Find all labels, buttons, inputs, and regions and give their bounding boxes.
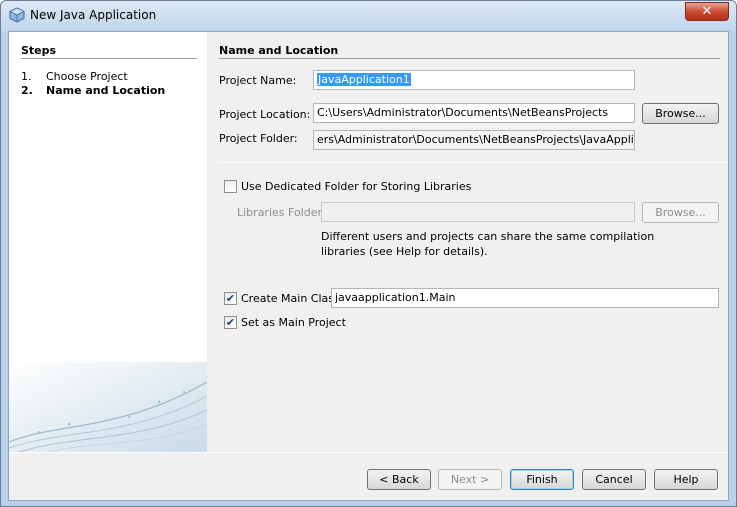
step-label: Name and Location [46, 84, 166, 97]
netbeans-cube-icon [9, 7, 25, 23]
section-title: Name and Location [219, 44, 339, 57]
libraries-help-text-line1: Different users and projects can share t… [321, 230, 655, 243]
finish-button[interactable]: Finish [510, 469, 574, 490]
form-divider [219, 162, 727, 163]
project-name-input[interactable]: JavaApplication1 [313, 70, 635, 90]
checkmark-icon: ✔ [225, 316, 236, 329]
browse-libraries-button[interactable]: Browse... [642, 202, 719, 223]
steps-divider [21, 58, 197, 59]
next-button[interactable]: Next > [438, 469, 502, 490]
project-location-value: C:\Users\Administrator\Documents\NetBean… [317, 106, 609, 119]
main-class-input[interactable]: javaapplication1.Main [331, 288, 719, 308]
title-bar[interactable]: New Java Application ✕ [1, 1, 736, 31]
set-main-project-checkbox[interactable]: ✔ [224, 316, 237, 329]
decorative-wave-image [9, 362, 207, 452]
step-number: 1. [21, 70, 32, 83]
project-name-value: JavaApplication1 [317, 73, 411, 86]
create-main-class-checkbox[interactable]: ✔ [224, 292, 237, 305]
step-number: 2. [21, 84, 33, 97]
step-name-and-location: 2. Name and Location [21, 84, 165, 97]
dedicated-folder-checkbox[interactable] [224, 180, 237, 193]
name-location-panel: Name and Location Project Name: JavaAppl… [207, 32, 728, 452]
project-folder-label: Project Folder: [219, 132, 298, 145]
step-label: Choose Project [46, 70, 128, 83]
browse-location-button[interactable]: Browse... [642, 103, 719, 124]
checkmark-icon: ✔ [225, 292, 236, 305]
cancel-button[interactable]: Cancel [582, 469, 646, 490]
wizard-window: New Java Application ✕ Steps 1. Choose P… [0, 0, 737, 507]
project-name-label: Project Name: [219, 74, 297, 87]
project-folder-field[interactable]: ers\Administrator\Documents\NetBeansProj… [313, 130, 635, 150]
libraries-help-text-line2: libraries (see Help for details). [321, 245, 488, 258]
section-divider [219, 58, 720, 59]
project-folder-value: ers\Administrator\Documents\NetBeansProj… [317, 133, 634, 146]
steps-panel: Steps 1. Choose Project 2. Name and Loca… [9, 32, 207, 452]
libraries-folder-label: Libraries Folder: [237, 206, 326, 219]
libraries-folder-input[interactable] [321, 202, 635, 222]
project-location-input[interactable]: C:\Users\Administrator\Documents\NetBean… [313, 103, 635, 123]
back-button[interactable]: < Back [367, 469, 431, 490]
footer-divider [9, 452, 728, 453]
dedicated-folder-label[interactable]: Use Dedicated Folder for Storing Librari… [241, 180, 471, 193]
close-icon: ✕ [701, 4, 713, 19]
close-button[interactable]: ✕ [685, 2, 729, 21]
set-main-project-label[interactable]: Set as Main Project [241, 316, 346, 329]
create-main-class-label[interactable]: Create Main Class [241, 292, 340, 305]
dialog-content: Steps 1. Choose Project 2. Name and Loca… [8, 31, 729, 501]
help-button[interactable]: Help [654, 469, 718, 490]
steps-heading: Steps [21, 44, 57, 57]
project-location-label: Project Location: [219, 108, 311, 121]
main-class-value: javaapplication1.Main [335, 291, 456, 304]
window-title: New Java Application [30, 8, 157, 22]
step-choose-project: 1. Choose Project [21, 70, 128, 83]
